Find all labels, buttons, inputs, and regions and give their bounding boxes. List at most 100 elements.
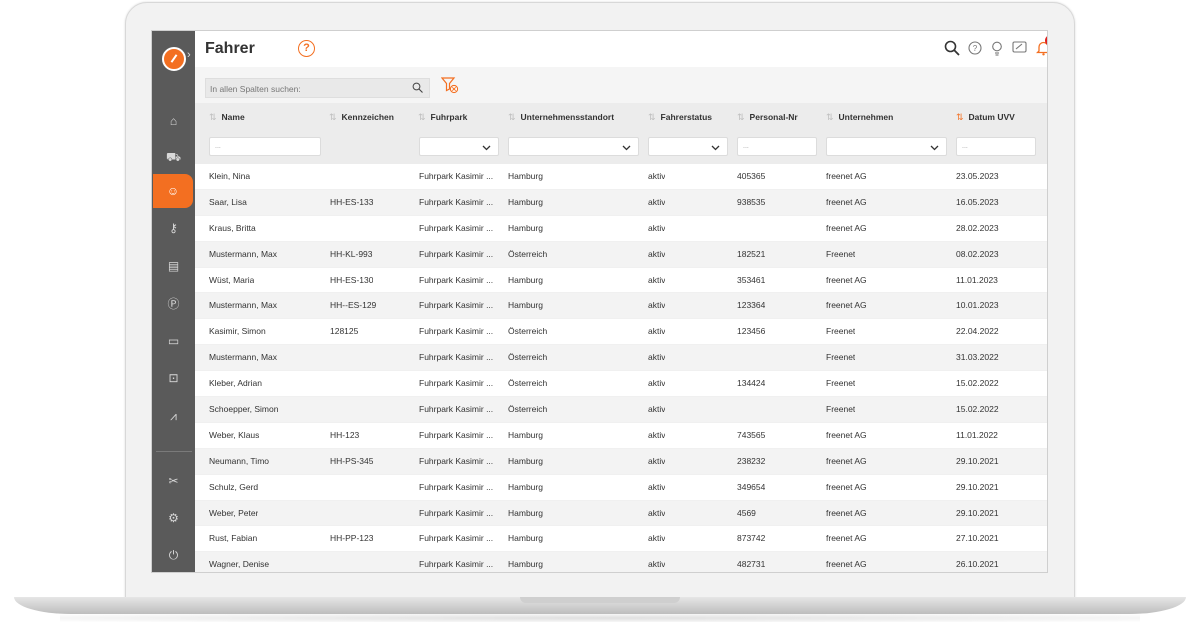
cell-kennzeichen: HH-KL-993: [330, 248, 373, 259]
chart-icon[interactable]: ⩘: [152, 399, 195, 433]
documents-icon[interactable]: ▤: [152, 249, 195, 283]
users-icon[interactable]: ☺: [153, 174, 193, 208]
table-header: ⇅ Name ⇅ Kennzeichen ⇅ Fuhrpark ⇅ Unternehme…: [195, 103, 1047, 131]
table-row[interactable]: Wüst, Maria HH-ES-130 Fuhrpark Kasimir ...…: [195, 268, 1047, 294]
table-row[interactable]: Schulz, Gerd Fuhrpark Kasimir ... Hamburg a…: [195, 475, 1047, 501]
cell-fuhrpark: Fuhrpark Kasimir ...: [419, 429, 494, 440]
table-row[interactable]: Wagner, Denise Fuhrpark Kasimir ... Hambur…: [195, 552, 1047, 572]
cell-fuhrpark: Fuhrpark Kasimir ...: [419, 222, 494, 233]
table-row[interactable]: Rust, Fabian HH-PP-123 Fuhrpark Kasimir ..…: [195, 526, 1047, 553]
column-header-fahrerstatus[interactable]: ⇅ Fahrerstatus: [648, 103, 712, 131]
cell-status: aktiv: [648, 352, 666, 363]
table-row[interactable]: Mustermann, Max HH--ES-129 Fuhrpark Kasimi…: [195, 293, 1047, 320]
cell-fuhrpark: Fuhrpark Kasimir ...: [419, 481, 494, 492]
sort-icon[interactable]: ⇅: [737, 112, 745, 122]
filter-reset-icon[interactable]: [441, 76, 459, 94]
logo-icon[interactable]: [162, 47, 186, 71]
cell-unternehmen: Freenet: [826, 326, 856, 337]
cell-personal-nr: 134424: [737, 378, 766, 389]
filter-datum-input[interactable]: ...: [956, 137, 1036, 156]
drivers-table: ⇅ Name ⇅ Kennzeichen ⇅ Fuhrpark ⇅ Unternehme…: [195, 103, 1047, 572]
cell-personal-nr: 4569: [737, 507, 756, 518]
column-header-kennzeichen[interactable]: ⇅ Kennzeichen: [329, 103, 394, 131]
search-icon[interactable]: [412, 82, 423, 93]
table-row[interactable]: Weber, Klaus HH-123 Fuhrpark Kasimir ... Ha…: [195, 423, 1047, 449]
sort-icon[interactable]: ⇅: [329, 112, 337, 122]
column-header-unternehmen[interactable]: ⇅ Unternehmen: [826, 103, 893, 131]
chevron-right-icon[interactable]: ›: [187, 49, 191, 61]
table-row[interactable]: Kasimir, Simon 128125 Fuhrpark Kasimir ...…: [195, 319, 1047, 346]
search-icon[interactable]: [944, 40, 960, 56]
cell-standort: Österreich: [508, 404, 548, 415]
table-row[interactable]: Klein, Nina Fuhrpark Kasimir ... Hamburg ak…: [195, 164, 1047, 190]
sort-icon[interactable]: ⇅: [209, 112, 217, 122]
cell-name: Kasimir, Simon: [209, 326, 266, 337]
filter-status-select[interactable]: [648, 137, 728, 156]
table-row[interactable]: Kleber, Adrian Fuhrpark Kasimir ... Österr…: [195, 371, 1047, 398]
cell-datum: 26.10.2021: [956, 559, 999, 570]
cell-status: aktiv: [648, 533, 666, 544]
cell-datum: 16.05.2023: [956, 196, 999, 207]
cell-status: aktiv: [648, 404, 666, 415]
cell-standort: Österreich: [508, 352, 548, 363]
column-header-fuhrpark[interactable]: ⇅ Fuhrpark: [418, 103, 467, 131]
cell-unternehmen: freenet AG: [826, 559, 867, 570]
chevron-down-icon: [711, 145, 720, 151]
sort-icon[interactable]: ⇅: [418, 112, 426, 122]
cell-name: Neumann, Timo: [209, 455, 269, 466]
cell-status: aktiv: [648, 222, 666, 233]
sort-icon[interactable]: ⇅: [648, 112, 656, 122]
key-icon[interactable]: ⚷: [152, 211, 195, 245]
column-header-datum-uvv[interactable]: ⇅ Datum UVV: [956, 103, 1015, 131]
cell-name: Kleber, Adrian: [209, 378, 262, 389]
table-row[interactable]: Mustermann, Max Fuhrpark Kasimir ... Öster…: [195, 345, 1047, 372]
question-icon[interactable]: ?: [968, 41, 982, 55]
wallet-icon[interactable]: ▭: [152, 324, 195, 358]
table-row[interactable]: Kraus, Britta Fuhrpark Kasimir ... Hamburg…: [195, 216, 1047, 242]
table-row[interactable]: Schoepper, Simon Fuhrpark Kasimir ... Öste…: [195, 397, 1047, 423]
column-header-personal-nr[interactable]: ⇅ Personal-Nr: [737, 103, 798, 131]
cell-unternehmen: freenet AG: [826, 455, 867, 466]
filter-unternehmen-select[interactable]: [826, 137, 947, 156]
help-icon[interactable]: ?: [298, 40, 315, 57]
cell-standort: Hamburg: [508, 300, 543, 311]
lightbulb-icon[interactable]: [991, 41, 1003, 56]
sort-active-icon[interactable]: ⇅: [956, 112, 964, 122]
cell-name: Schulz, Gerd: [209, 481, 259, 492]
filter-name-input[interactable]: ...: [209, 137, 321, 156]
power-icon[interactable]: ⏻: [152, 538, 195, 572]
sort-icon[interactable]: ⇅: [508, 112, 516, 122]
cell-unternehmen: freenet AG: [826, 196, 867, 207]
toolbar: In allen Spalten suchen:: [195, 67, 1047, 103]
tools-icon[interactable]: ✂: [152, 464, 195, 498]
cell-datum: 29.10.2021: [956, 455, 999, 466]
laptop-notch: [520, 597, 680, 603]
cell-name: Wüst, Maria: [209, 274, 255, 285]
cell-personal-nr: 873742: [737, 533, 766, 544]
filter-fuhrpark-select[interactable]: [419, 137, 499, 156]
filter-standort-select[interactable]: [508, 137, 639, 156]
cell-personal-nr: 349654: [737, 481, 766, 492]
car-icon[interactable]: ⛟: [152, 141, 195, 175]
page-title: Fahrer: [205, 40, 255, 57]
cell-kennzeichen: HH-ES-133: [330, 196, 374, 207]
cell-datum: 28.02.2023: [956, 222, 999, 233]
table-row[interactable]: Neumann, Timo HH-PS-345 Fuhrpark Kasimir .…: [195, 448, 1047, 475]
parking-icon[interactable]: Ⓟ: [152, 286, 195, 320]
filter-personal-nr-input[interactable]: ...: [737, 137, 817, 156]
home-icon[interactable]: ⌂: [152, 104, 195, 138]
search-input[interactable]: In allen Spalten suchen:: [205, 78, 430, 98]
table-row[interactable]: Weber, Peter Fuhrpark Kasimir ... Hamburg a…: [195, 500, 1047, 527]
column-header-name[interactable]: ⇅ Name: [209, 103, 245, 131]
cell-unternehmen: Freenet: [826, 404, 856, 415]
table-row[interactable]: Mustermann, Max HH-KL-993 Fuhrpark Kasimir…: [195, 241, 1047, 268]
chevron-down-icon: [622, 145, 631, 151]
feedback-icon[interactable]: [1012, 41, 1027, 55]
column-header-standort[interactable]: ⇅ Unternehmensstandort: [508, 103, 614, 131]
user-settings-icon[interactable]: ⚙: [152, 501, 195, 535]
report-icon[interactable]: ⊡: [152, 361, 195, 395]
table-row[interactable]: Saar, Lisa HH-ES-133 Fuhrpark Kasimir ... H…: [195, 189, 1047, 216]
sort-icon[interactable]: ⇅: [826, 112, 834, 122]
cell-status: aktiv: [648, 171, 666, 181]
header: Fahrer ? ? 16 DE: [195, 31, 1047, 67]
